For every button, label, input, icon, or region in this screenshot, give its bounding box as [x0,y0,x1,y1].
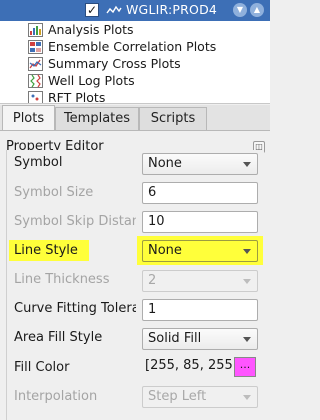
line-style-dropdown[interactable]: None [142,240,258,262]
symbol-label: Symbol [14,155,63,170]
summary-curve-icon [106,5,122,14]
fill-color-label: Fill Color [14,360,70,375]
correlation-plots-icon [28,40,43,54]
chevron-down-icon [243,162,251,167]
interpolation-dropdown[interactable]: Step Left [142,386,258,408]
curve-fitting-tolerance-label: Curve Fitting Toleran [14,301,136,316]
chevron-down-icon [243,249,251,254]
tree-item-analysis-plots[interactable]: Analysis Plots [28,22,268,38]
move-up-icon[interactable]: ▲ [250,3,264,17]
move-down-icon[interactable]: ▼ [233,3,247,17]
area-fill-style-dropdown[interactable]: Solid Fill [142,328,258,350]
fill-color-value: [255, 85, 255] [145,358,238,373]
tab-divider [0,130,270,131]
tree-item-label: Ensemble Correlation Plots [48,39,217,54]
tab-scripts[interactable]: Scripts [139,107,207,130]
analysis-plots-icon [28,23,43,37]
symbol-skip-distance-field[interactable]: 10 [142,211,258,233]
chevron-down-icon [243,279,251,284]
tree-item-summary-cross-plots[interactable]: Summary Cross Plots [28,56,268,72]
line-thickness-dropdown[interactable]: 2 [142,270,258,292]
plot-tree: ✓ WGLIR:PROD4 ▼ ▲ Analysis Plots Ensembl… [0,0,270,104]
chevron-down-icon [243,395,251,400]
tree-item-rft-plots[interactable]: RFT Plots [28,90,268,104]
curve-fitting-tolerance-field[interactable]: 1 [142,299,258,321]
symbol-size-field[interactable]: 6 [142,182,258,204]
tree-item-label: Analysis Plots [48,22,134,37]
interpolation-label: Interpolation [14,389,98,404]
symbol-skip-distance-label: Symbol Skip Distanc [14,214,136,229]
tab-bar: Plots Templates Scripts [0,105,270,131]
selected-item-label: WGLIR:PROD4 [126,2,218,17]
tree-item-label: Summary Cross Plots [48,56,181,71]
line-thickness-label: Line Thickness [14,272,110,287]
tab-templates[interactable]: Templates [55,107,139,130]
symbol-size-label: Symbol Size [14,185,94,200]
fill-color-picker-button[interactable]: ... [234,357,256,377]
symbol-dropdown[interactable]: None [142,153,258,175]
area-fill-style-label: Area Fill Style [14,330,103,345]
tab-plots[interactable]: Plots [2,105,55,131]
tree-selected-item[interactable]: ✓ WGLIR:PROD4 ▼ ▲ [0,0,270,21]
tree-item-label: Well Log Plots [48,73,135,88]
tree-item-ensemble-correlation-plots[interactable]: Ensemble Correlation Plots [28,39,268,55]
chevron-down-icon [243,337,251,342]
well-log-plots-icon [28,74,43,88]
rft-plots-icon [28,91,43,103]
tree-item-label: RFT Plots [48,90,106,104]
tree-item-well-log-plots[interactable]: Well Log Plots [28,73,268,89]
selected-item-checkbox[interactable]: ✓ [85,3,99,17]
cross-plots-icon [28,57,43,71]
line-style-label: Line Style [14,243,78,258]
